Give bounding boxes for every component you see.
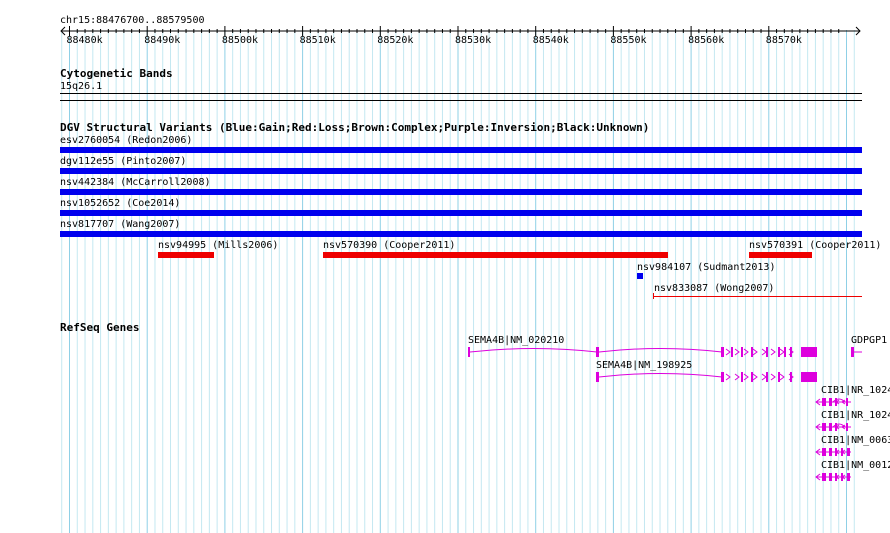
gene-exon — [596, 372, 599, 382]
gene-strand-arrow — [752, 373, 758, 381]
gene-exon — [822, 423, 826, 431]
gene-exon — [846, 398, 848, 406]
refseq-gene-models[interactable] — [0, 0, 890, 533]
gene-exon — [801, 347, 817, 357]
gene-exon — [778, 347, 780, 357]
gene-strand-arrow — [761, 373, 767, 381]
gene-exon — [847, 448, 850, 456]
gene-strand-arrow — [770, 348, 776, 356]
gene-intron — [469, 348, 598, 353]
gene-strand-arrow — [743, 373, 749, 381]
gene-exon — [790, 347, 792, 357]
gene-exon — [751, 372, 753, 382]
gene-exon — [766, 347, 768, 357]
gene-exon — [766, 372, 768, 382]
gene-exon — [829, 423, 832, 431]
gene-strand-arrow — [725, 373, 731, 381]
gene-exon — [741, 347, 743, 357]
gene-exon — [468, 347, 470, 357]
gene-exon — [829, 448, 832, 456]
gene-exon — [731, 347, 733, 357]
gene-intron — [598, 348, 723, 353]
gene-strand-arrow — [770, 373, 776, 381]
gene-strand-arrow — [734, 348, 740, 356]
gene-strand-arrow — [752, 348, 758, 356]
gene-exon — [596, 347, 599, 357]
gene-strand-arrow — [734, 373, 740, 381]
gene-exon — [784, 347, 786, 357]
gene-strand-arrow — [779, 348, 785, 356]
gene-exon — [822, 398, 826, 406]
gene-exon — [829, 398, 832, 406]
gene-intron — [598, 373, 723, 378]
gene-strand-arrow — [761, 348, 767, 356]
gene-strand-arrow — [725, 348, 731, 356]
gene-exon — [790, 372, 792, 382]
gene-exon — [721, 347, 724, 357]
gene-exon — [851, 347, 854, 357]
gene-exon — [721, 372, 724, 382]
gene-exon — [751, 347, 753, 357]
gene-exon — [801, 372, 817, 382]
gene-strand-arrow — [743, 348, 749, 356]
gene-exon — [846, 423, 848, 431]
gene-exon — [829, 473, 832, 481]
gene-exon — [778, 372, 780, 382]
gene-exon — [847, 473, 850, 481]
gene-exon — [822, 473, 826, 481]
gene-exon — [822, 448, 826, 456]
gene-exon — [741, 372, 743, 382]
gene-strand-arrow — [779, 373, 785, 381]
